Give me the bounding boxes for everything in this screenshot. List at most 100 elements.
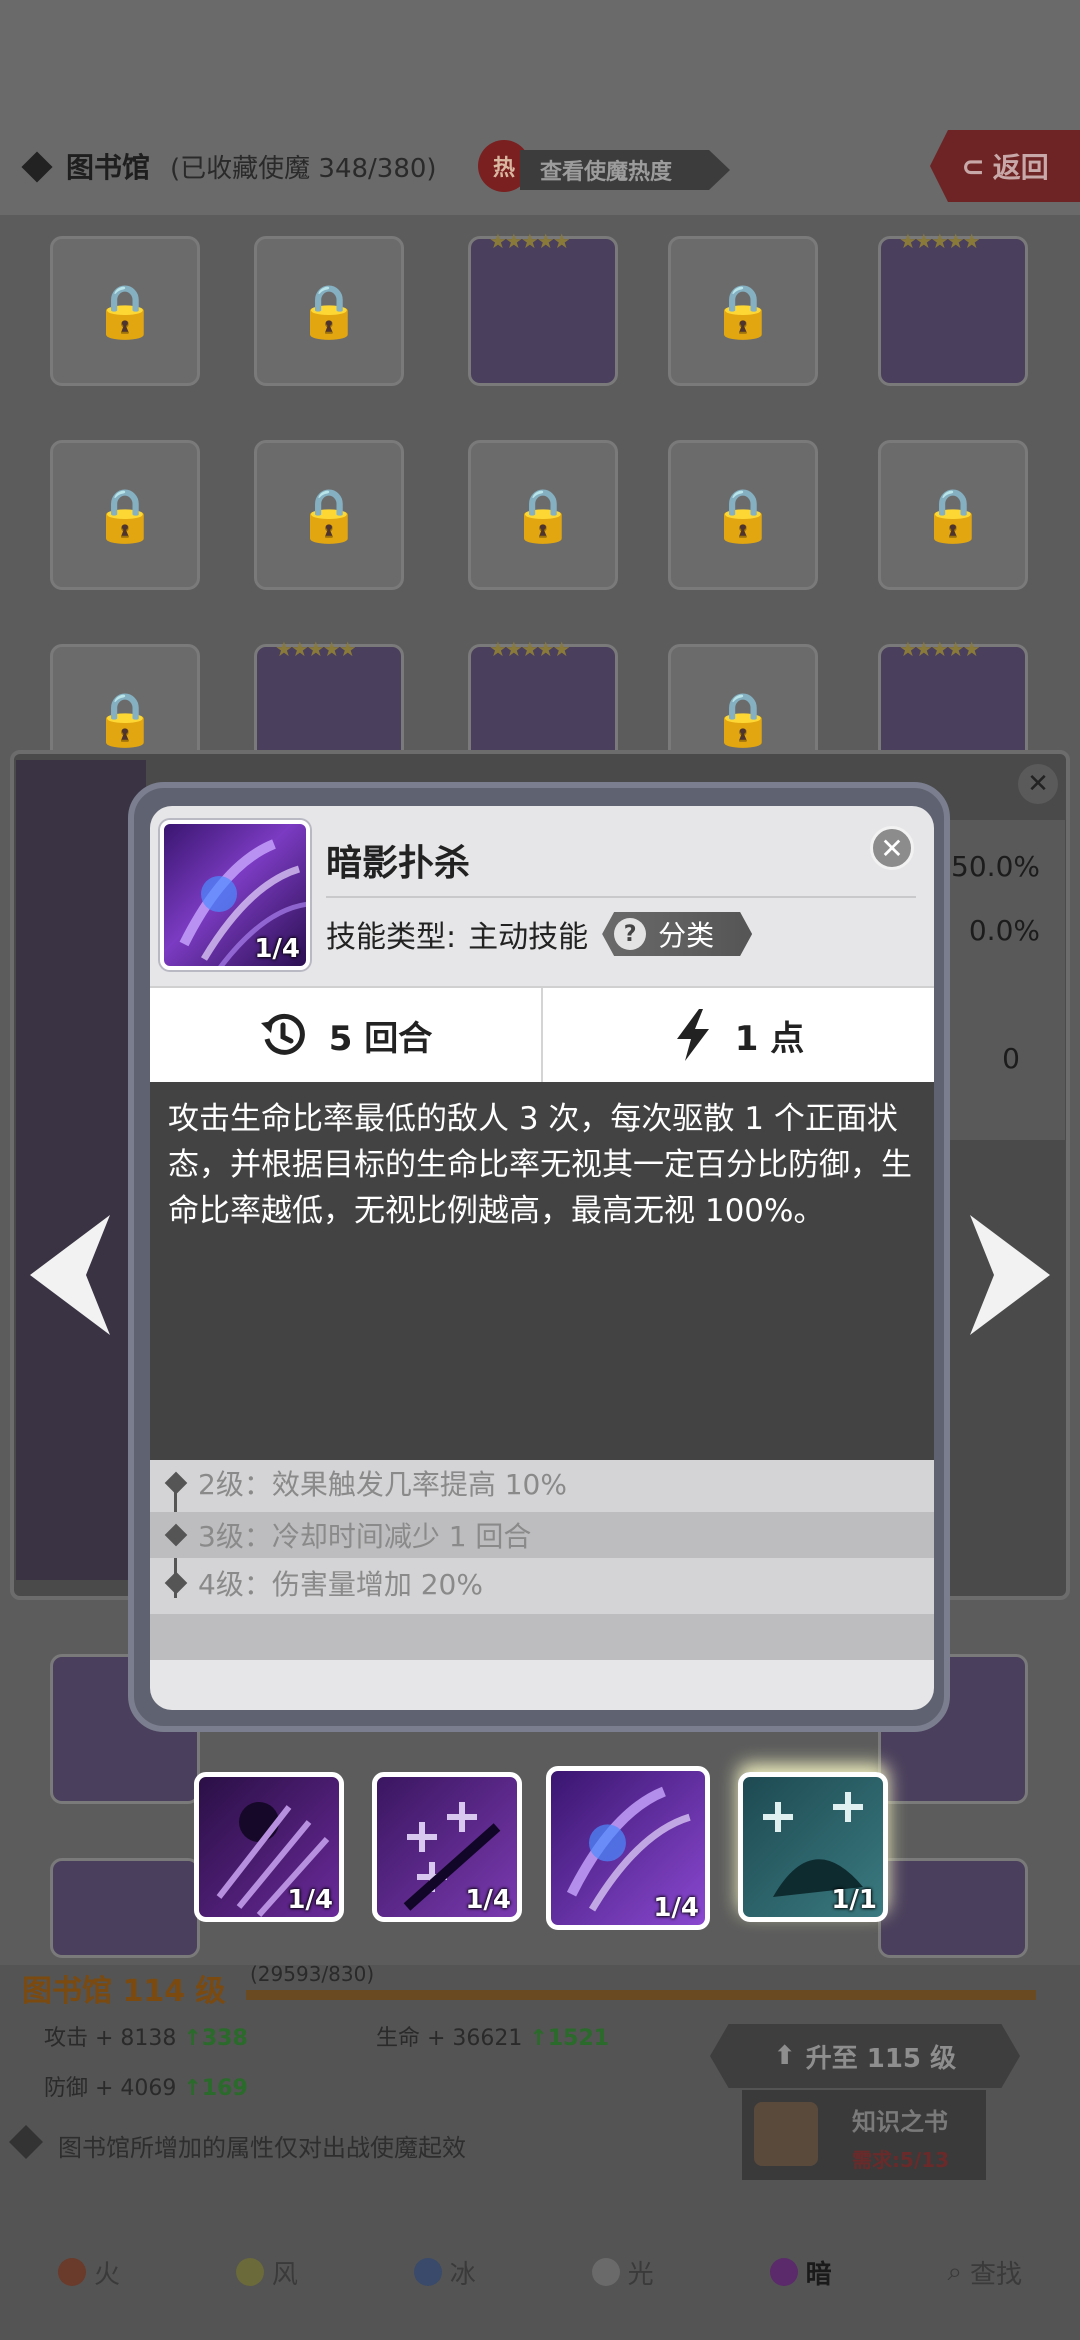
skill-slot[interactable]: 1/4	[372, 1772, 522, 1922]
upgrade-row: 4级：伤害量增加 20%	[150, 1560, 934, 1606]
tab-wind[interactable]: 风	[235, 2254, 298, 2291]
stars-icon: ★★★★★	[899, 637, 981, 661]
cooldown-cell: 5 回合	[150, 988, 541, 1082]
hp-label: 生命 + 36621	[376, 2026, 523, 2051]
lock-icon: 🔒	[710, 689, 776, 750]
shadow-strike-icon: 1/4	[160, 820, 310, 970]
page-title: 图书馆	[66, 151, 151, 184]
familiar-card[interactable]	[878, 1858, 1028, 1958]
stars-icon: ★★★★★	[489, 229, 571, 253]
library-xp: (29593/830)	[250, 1962, 375, 1986]
familiar-card[interactable]	[50, 1858, 200, 1958]
skill-level: 1/4	[254, 934, 300, 964]
tab-ice[interactable]: 冰	[413, 2254, 476, 2291]
familiar-card-locked[interactable]: 🔒	[254, 440, 404, 590]
search-icon: ⌕	[947, 2256, 963, 2287]
tab-dark[interactable]: 暗	[769, 2254, 832, 2291]
tab-search[interactable]: ⌕ 查找	[947, 2254, 1022, 2291]
back-label: 返回	[992, 151, 1049, 184]
detail-percent-1: 50.0%	[951, 850, 1040, 883]
skill-stats: 5 回合 1 点	[150, 986, 934, 1082]
category-button[interactable]: ? 分类	[602, 912, 753, 956]
hot-button[interactable]: 查看使魔热度	[520, 150, 730, 190]
lock-icon: 🔒	[920, 485, 986, 546]
library-level: 图书馆 114 级	[22, 1974, 226, 2009]
fire-icon	[57, 2258, 86, 2286]
lock-icon: 🔒	[710, 485, 776, 546]
upgrade-row: 2级：效果触发几率提高 10%	[150, 1460, 934, 1506]
skill-type-value: 主动技能	[468, 920, 589, 955]
familiar-portrait	[16, 760, 146, 1580]
skill-slot-level: 1/4	[465, 1885, 511, 1915]
divider	[326, 896, 916, 898]
upgrade-list: 2级：效果触发几率提高 10% 3级：冷却时间减少 1 回合 4级：伤害量增加 …	[150, 1460, 934, 1660]
skill-slot[interactable]: 1/4	[194, 1772, 344, 1922]
tab-label: 火	[93, 2259, 120, 2290]
upgrade-text: 4级：伤害量增加 20%	[198, 1568, 483, 1601]
cost-value: 1 点	[734, 1018, 805, 1059]
lock-icon: 🔒	[92, 689, 158, 750]
familiar-card-locked[interactable]: 🔒	[50, 440, 200, 590]
xp-bar	[246, 1990, 1036, 2000]
stars-icon: ★★★★★	[899, 229, 981, 253]
lock-icon: 🔒	[710, 281, 776, 342]
def-up: 169	[201, 2076, 248, 2101]
hp-up-icon: ↑	[529, 2026, 548, 2051]
skill-slot-selected[interactable]: 1/4	[546, 1766, 710, 1930]
upgrade-button[interactable]: ⬆ 升至 115 级	[710, 2024, 1020, 2088]
familiar-card-locked[interactable]: 🔒	[254, 236, 404, 386]
panel-close-icon[interactable]: ✕	[1018, 764, 1058, 804]
def-stat: 防御 + 4069 ↑169	[44, 2070, 248, 2102]
tab-label: 查找	[970, 2259, 1023, 2290]
lock-icon: 🔒	[92, 485, 158, 546]
familiar-card[interactable]: ★★★★★	[878, 229, 1028, 386]
back-button[interactable]: ⊂ 返回	[930, 130, 1080, 202]
collection-count: (已收藏使魔 348/380)	[170, 154, 437, 184]
lock-icon: 🔒	[510, 485, 576, 546]
skill-popup: 1/4 暗影扑杀 技能类型: 主动技能 ? 分类 ✕ 5 回合 1 点 攻击生命…	[150, 806, 934, 1710]
arrow-up-icon: ⬆	[773, 2041, 796, 2071]
tab-fire[interactable]: 火	[57, 2254, 120, 2291]
upgrade-text: 2级：效果触发几率提高 10%	[198, 1468, 567, 1501]
familiar-card-locked[interactable]: 🔒	[668, 236, 818, 386]
familiar-card-locked[interactable]: 🔒	[668, 440, 818, 590]
hp-stat: 生命 + 36621 ↑1521	[376, 2020, 609, 2052]
detail-percent-2: 0.0%	[968, 914, 1040, 947]
upgrade-row: 3级：冷却时间减少 1 回合	[150, 1512, 934, 1558]
book-icon	[754, 2102, 818, 2166]
skill-name: 暗影扑杀	[326, 843, 471, 884]
familiar-card-locked[interactable]: 🔒	[468, 440, 618, 590]
hp-up: 1521	[547, 2026, 610, 2051]
atk-up-icon: ↑	[183, 2026, 202, 2051]
atk-up: 338	[201, 2026, 248, 2051]
element-tabs: 火 风 冰 光 暗 ⌕ 查找	[0, 2232, 1080, 2312]
cooldown-clock-icon	[260, 1013, 305, 1055]
skill-slot[interactable]: 1/1	[738, 1772, 888, 1922]
skill-slot-level: 1/1	[831, 1885, 877, 1915]
stars-icon: ★★★★★	[489, 637, 571, 661]
tab-label: 冰	[449, 2259, 476, 2290]
lock-icon: 🔒	[92, 281, 158, 342]
skill-slot-level: 1/4	[653, 1893, 699, 1923]
tab-label: 暗	[805, 2259, 832, 2290]
light-icon	[591, 2258, 620, 2286]
tab-label: 光	[627, 2259, 654, 2290]
skill-type-row: 技能类型: 主动技能 ? 分类	[326, 912, 753, 956]
wind-icon	[235, 2258, 264, 2286]
close-button[interactable]: ✕	[870, 826, 914, 870]
book-name: 知识之书	[852, 2108, 948, 2136]
familiar-card-locked[interactable]: 🔒	[50, 236, 200, 386]
upgrade-label: 升至 115 级	[805, 2043, 957, 2074]
tab-light[interactable]: 光	[591, 2254, 654, 2291]
skill-slot-level: 1/4	[287, 1885, 333, 1915]
lightning-icon	[676, 1009, 709, 1061]
ice-icon	[413, 2258, 442, 2286]
familiar-card-locked[interactable]: 🔒	[878, 440, 1028, 590]
detail-count: 0	[1002, 1042, 1020, 1075]
lock-icon: 🔒	[296, 281, 362, 342]
stars-icon: ★★★★★	[275, 637, 357, 661]
familiar-card[interactable]: ★★★★★	[468, 229, 618, 386]
skill-description: 攻击生命比率最低的敌人 3 次，每次驱散 1 个正面状态，并根据目标的生命比率无…	[150, 1082, 934, 1460]
category-label: 分类	[658, 919, 715, 952]
back-icon: ⊂	[961, 149, 985, 183]
